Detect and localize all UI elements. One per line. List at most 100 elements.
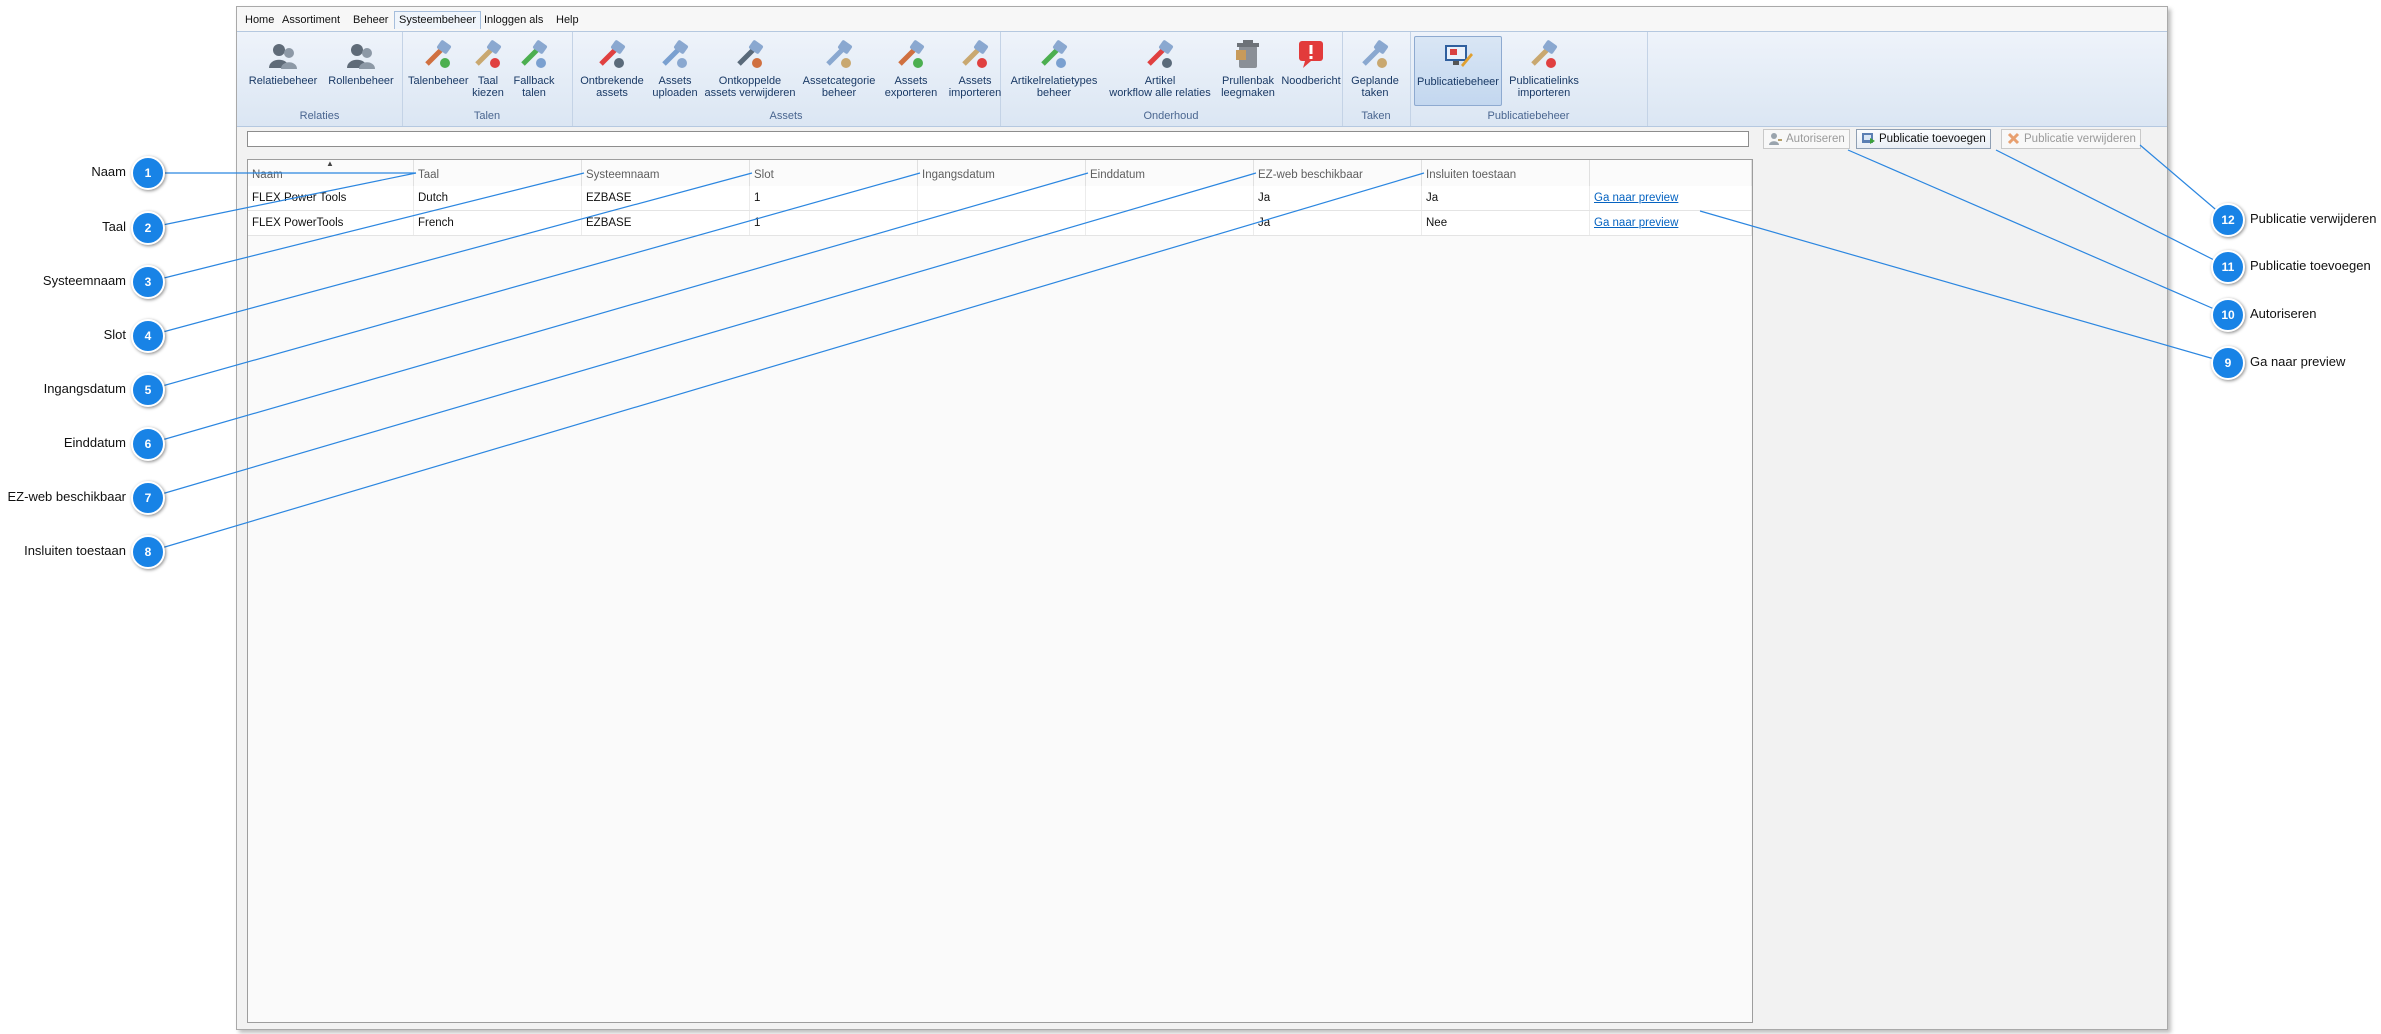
ribbon-button-label: Fallback talen bbox=[513, 75, 555, 99]
callout-badge: 10 bbox=[2211, 298, 2245, 332]
application-window: Home Assortiment Beheer Systeembeheer Inlogg… bbox=[236, 6, 2168, 1030]
callout-label: Publicatie toevoegen bbox=[2250, 258, 2371, 273]
menu-item-help[interactable]: Help bbox=[552, 12, 583, 29]
table-cell: 1 bbox=[750, 186, 918, 210]
callout-badge: 1 bbox=[131, 156, 165, 190]
column-header-taal[interactable]: Taal bbox=[414, 160, 582, 186]
table-cell bbox=[1086, 186, 1254, 210]
ribbon-button-ontbrekende-assets[interactable]: Ontbrekende assets bbox=[576, 36, 648, 104]
ribbon-group-label: Publicatiebeheer bbox=[1487, 110, 1570, 122]
table-cell: Ga naar preview bbox=[1590, 211, 1752, 235]
menu-item-systeembeheer[interactable]: Systeembeheer bbox=[394, 11, 482, 29]
preview-link[interactable]: Ga naar preview bbox=[1594, 192, 1678, 204]
add-publication-icon bbox=[1862, 133, 1875, 144]
ribbon-button-label: Publicatiebeheer bbox=[1417, 76, 1499, 88]
callout-label: Autoriseren bbox=[2250, 306, 2317, 321]
menu-item-assortiment[interactable]: Assortiment bbox=[278, 12, 344, 29]
ribbon-button-label: Assets importeren bbox=[948, 75, 1002, 99]
callout-badge: 7 bbox=[131, 481, 165, 515]
publicatie-verwijderen-label: Publicatie verwijderen bbox=[2024, 133, 2136, 145]
ribbon-button-label: Assets exporteren bbox=[884, 75, 938, 99]
ribbon-button-label: Relatiebeheer bbox=[248, 75, 318, 87]
ribbon-button-fallback-talen[interactable]: Fallback talen bbox=[510, 36, 558, 104]
ribbon-button-assetcategorie-beheer[interactable]: Assetcategorie beheer bbox=[800, 36, 878, 104]
autoriseren-button[interactable]: Autoriseren bbox=[1763, 129, 1850, 149]
ribbon-button-artikelrelatietypes-beheer[interactable]: Artikelrelatietypes beheer bbox=[1004, 36, 1104, 104]
table-cell: 1 bbox=[750, 211, 918, 235]
user-key-icon bbox=[1769, 133, 1782, 145]
emergency-message-icon bbox=[1299, 41, 1323, 68]
column-header-slot[interactable]: Slot bbox=[750, 160, 918, 186]
ribbon-button-label: Taal kiezen bbox=[472, 75, 504, 99]
callout-label: Taal bbox=[102, 219, 126, 234]
table-row[interactable]: FLEX Power Tools Dutch EZBASE 1 Ja Ja Ga naar … bbox=[248, 186, 1752, 211]
ribbon-button-publicatiebeheer[interactable]: Publicatiebeheer bbox=[1414, 36, 1502, 106]
search-input[interactable] bbox=[247, 131, 1749, 147]
callout-badge: 9 bbox=[2211, 346, 2245, 380]
table-cell bbox=[918, 186, 1086, 210]
ribbon: Relatiebeheer Rollenbeheer Relaties Talenbe… bbox=[237, 31, 2167, 127]
ribbon-button-noodbericht[interactable]: Noodbericht bbox=[1280, 36, 1342, 104]
menu-item-inloggen-als[interactable]: Inloggen als bbox=[480, 12, 547, 29]
table-cell: EZBASE bbox=[582, 186, 750, 210]
ribbon-group-label: Relaties bbox=[299, 110, 340, 122]
column-header-naam[interactable]: Naam bbox=[248, 160, 414, 186]
delete-x-icon bbox=[2007, 132, 2020, 145]
publicatie-toevoegen-button[interactable]: Publicatie toevoegen bbox=[1856, 129, 1991, 149]
ribbon-button-prullenbak-leegmaken[interactable]: Prullenbak leegmaken bbox=[1218, 36, 1278, 104]
column-header-insluiten-toestaan[interactable]: Insluiten toestaan bbox=[1422, 160, 1590, 186]
table-cell: Ja bbox=[1254, 211, 1422, 235]
ribbon-button-artikel-workflow-alle-relaties[interactable]: Artikel workflow alle relaties bbox=[1106, 36, 1214, 104]
callout-badge: 5 bbox=[131, 373, 165, 407]
ribbon-button-assets-importeren[interactable]: Assets importeren bbox=[946, 36, 1004, 104]
table-cell: Dutch bbox=[414, 186, 582, 210]
missing-assets-icon bbox=[599, 40, 625, 68]
ribbon-button-label: Prullenbak leegmaken bbox=[1221, 75, 1275, 99]
ribbon-button-label: Assets uploaden bbox=[652, 75, 698, 99]
ribbon-button-assets-exporteren[interactable]: Assets exporteren bbox=[880, 36, 942, 104]
ribbon-button-relatiebeheer[interactable]: Relatiebeheer bbox=[247, 36, 319, 104]
relations-icon bbox=[269, 44, 297, 69]
column-header-ingangsdatum[interactable]: Ingangsdatum bbox=[918, 160, 1086, 186]
column-header-ez-web-beschikbaar[interactable]: EZ-web beschikbaar bbox=[1254, 160, 1422, 186]
table-row[interactable]: FLEX PowerTools French EZBASE 1 Ja Nee Ga naar… bbox=[248, 211, 1752, 236]
ribbon-group-taken: Geplande taken Taken bbox=[1342, 32, 1411, 126]
table-cell: Nee bbox=[1422, 211, 1590, 235]
delete-unlinked-assets-icon bbox=[737, 40, 763, 68]
scheduled-tasks-icon bbox=[1362, 40, 1388, 68]
article-relation-types-icon bbox=[1041, 40, 1067, 68]
ribbon-button-label: Publicatielinks importeren bbox=[1509, 75, 1579, 99]
table-cell: FLEX Power Tools bbox=[248, 186, 414, 210]
ribbon-button-assets-uploaden[interactable]: Assets uploaden bbox=[652, 36, 698, 104]
column-header-actions[interactable] bbox=[1590, 160, 1752, 186]
import-publication-links-icon bbox=[1531, 40, 1557, 68]
ribbon-button-label: Assetcategorie beheer bbox=[802, 75, 876, 99]
table-cell: Ja bbox=[1422, 186, 1590, 210]
ribbon-button-talenbeheer[interactable]: Talenbeheer bbox=[408, 36, 469, 104]
ribbon-button-publicatielinks-importeren[interactable]: Publicatielinks importeren bbox=[1504, 36, 1584, 104]
fallback-languages-icon bbox=[521, 40, 547, 68]
ribbon-group-relaties: Relatiebeheer Rollenbeheer Relaties bbox=[237, 32, 403, 126]
ribbon-button-geplande-taken[interactable]: Geplande taken bbox=[1348, 36, 1402, 104]
table-cell: EZBASE bbox=[582, 211, 750, 235]
grid-header: ▲ Naam Taal Systeemnaam Slot Ingangsdatum Ein… bbox=[248, 160, 1752, 187]
ribbon-button-ontkoppelde-assets-verwijderen[interactable]: Ontkoppelde assets verwijderen bbox=[702, 36, 798, 104]
menu-item-home[interactable]: Home bbox=[241, 12, 278, 29]
ribbon-group-talen: Talenbeheer Taal kiezen Fallback talen Tale… bbox=[402, 32, 573, 126]
callout-badge: 6 bbox=[131, 427, 165, 461]
ribbon-button-taal-kiezen[interactable]: Taal kiezen bbox=[470, 36, 506, 104]
column-header-systeemnaam[interactable]: Systeemnaam bbox=[582, 160, 750, 186]
publicatie-verwijderen-button[interactable]: Publicatie verwijderen bbox=[2001, 129, 2141, 149]
ribbon-button-label: Ontbrekende assets bbox=[580, 75, 644, 99]
ribbon-button-rollenbeheer[interactable]: Rollenbeheer bbox=[327, 36, 395, 104]
article-workflow-icon bbox=[1147, 40, 1173, 68]
ribbon-group-publicatiebeheer: Publicatiebeheer Publicatielinks importer… bbox=[1410, 32, 1648, 126]
choose-language-icon bbox=[475, 40, 501, 68]
column-header-einddatum[interactable]: Einddatum bbox=[1086, 160, 1254, 186]
import-assets-icon bbox=[962, 40, 988, 68]
menu-item-beheer[interactable]: Beheer bbox=[349, 12, 392, 29]
languages-icon bbox=[425, 40, 451, 68]
publication-grid: ▲ Naam Taal Systeemnaam Slot Ingangsdatum Ein… bbox=[247, 159, 1753, 1023]
callout-label: Naam bbox=[91, 164, 126, 179]
preview-link[interactable]: Ga naar preview bbox=[1594, 217, 1678, 229]
